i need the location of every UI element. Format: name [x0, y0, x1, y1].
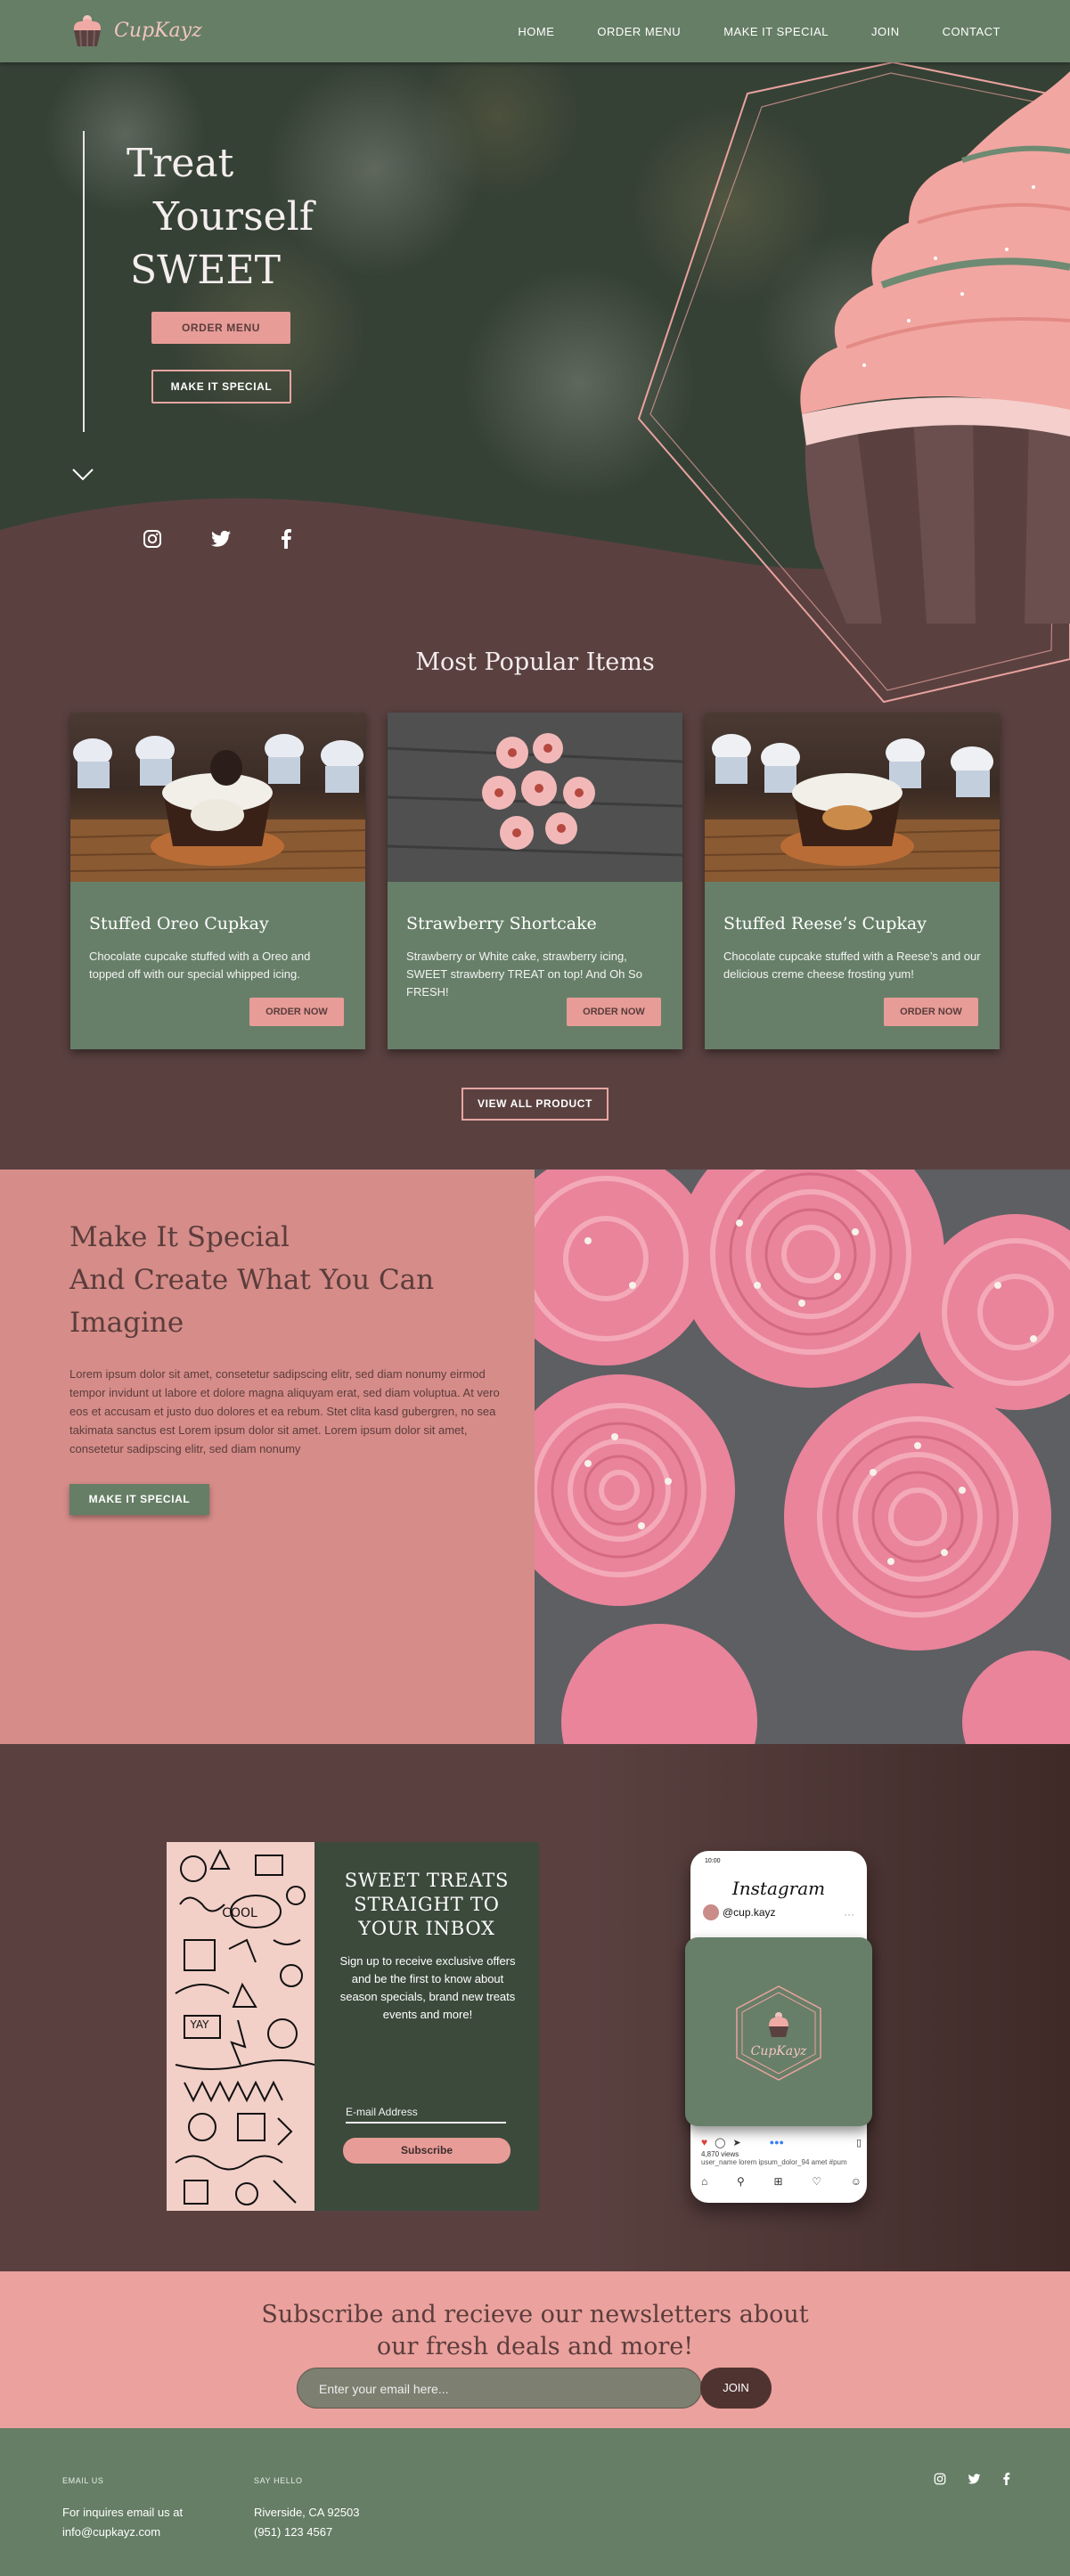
product-description: Strawberry or White cake, strawberry ici… [406, 950, 642, 999]
order-menu-button[interactable]: ORDER MENU [151, 312, 290, 344]
cupcake-logo-icon [73, 15, 102, 47]
twitter-icon[interactable] [968, 2473, 981, 2485]
nav-join[interactable]: JOIN [871, 25, 900, 38]
home-icon[interactable]: ⌂ [701, 2175, 707, 2188]
subscribe-title-line: Subscribe and recieve our newsletters ab… [261, 2301, 809, 2328]
subscribe-title: Subscribe and recieve our newsletters ab… [0, 2299, 1070, 2363]
pink-cupcakes-image [535, 1170, 1070, 1744]
twitter-icon[interactable] [210, 529, 232, 549]
bookmark-icon[interactable]: ▯ [856, 2137, 862, 2148]
subscribe-button[interactable]: Subscribe [343, 2138, 510, 2164]
product-description: Chocolate cupcake stuffed with a Oreo an… [89, 950, 311, 981]
email-link[interactable]: info@cupkayz.com [62, 2523, 183, 2542]
product-card: Stuffed Oreo Cupkay Chocolate cupcake st… [70, 713, 365, 1049]
product-title: Stuffed Reese’s Cupkay [723, 914, 927, 933]
product-card: Strawberry Shortcake Strawberry or White… [388, 713, 682, 1049]
activity-icon[interactable]: ♡ [812, 2175, 821, 2188]
email-address-field[interactable]: E-mail Address [346, 2106, 506, 2124]
nav-home[interactable]: HOME [518, 25, 554, 38]
nav-make-it-special[interactable]: MAKE IT SPECIAL [723, 25, 829, 38]
doodle-pattern-panel: COOL YAY [167, 1842, 314, 2211]
special-title-line: Make It Special [69, 1221, 290, 1253]
logo[interactable]: CupKayz [69, 11, 202, 50]
search-icon[interactable]: ⚲ [737, 2175, 745, 2188]
facebook-icon[interactable] [280, 529, 292, 549]
footer-social-links [934, 2473, 1010, 2485]
doodle-word-yay: YAY [189, 2018, 209, 2031]
doodle-word-cool: COOL [222, 1906, 257, 1920]
post-logo-text: CupKayz [751, 2044, 807, 2058]
newsletter-body: Sign up to receive exclusive offers and … [339, 1954, 516, 2021]
order-now-button[interactable]: ORDER NOW [249, 998, 344, 1026]
say-hello-text: Riverside, CA 92503 (951) 123 4567 [254, 2503, 360, 2542]
logo-text: CupKayz [114, 19, 202, 42]
say-hello-label: SAY HELLO [254, 2476, 303, 2485]
instagram-icon[interactable] [934, 2473, 946, 2485]
avatar [703, 1904, 719, 1920]
newsletter-heading-line: SWEET TREATS [344, 1870, 510, 1891]
add-post-icon[interactable]: ⊞ [773, 2175, 782, 2188]
email-us-line: For inquires email us at [62, 2506, 184, 2519]
phone-time: 10:00 [705, 1858, 721, 1864]
email-us-label: EMAIL US [62, 2476, 104, 2485]
view-all-products-button[interactable]: VIEW ALL PRODUCT [461, 1088, 609, 1121]
instagram-username: @cup.kayz [723, 1906, 776, 1919]
profile-icon[interactable]: ☺ [851, 2175, 862, 2188]
subscribe-title-line: our fresh deals and more! [376, 2333, 694, 2360]
view-count: 4,870 views [701, 2150, 739, 2158]
post-caption: user_name lorem ipsum_dolor_94 amet #pum [701, 2158, 847, 2166]
facebook-icon[interactable] [1002, 2473, 1010, 2485]
product-title: Stuffed Oreo Cupkay [89, 914, 269, 933]
chevron-down-icon[interactable] [71, 468, 94, 482]
special-title-line: Imagine [69, 1307, 184, 1339]
hero-divider-line [83, 131, 85, 432]
instagram-post-footer: ♥ ◯ ➤ ●●● ▯ 4,870 views user_name lorem … [701, 2136, 862, 2188]
hero-title: Treat Yourself SWEET [127, 137, 314, 298]
make-it-special-button[interactable]: MAKE IT SPECIAL [151, 370, 291, 404]
special-title: Make It Special And Create What You Can … [69, 1216, 470, 1344]
newsletter-heading-line: STRAIGHT TO [354, 1894, 500, 1915]
instagram-icon[interactable] [143, 529, 162, 549]
instagram-title: Instagram [731, 1878, 826, 1899]
hero-title-line: Treat [127, 141, 234, 186]
email-subscribe-input[interactable]: Enter your email here... [297, 2368, 702, 2409]
product-card: Stuffed Reese’s Cupkay Chocolate cupcake… [705, 713, 1000, 1049]
comment-icon[interactable]: ◯ [715, 2137, 725, 2148]
phone-number[interactable]: (951) 123 4567 [254, 2523, 360, 2542]
top-navbar: CupKayz HOME ORDER MENU MAKE IT SPECIAL … [0, 0, 1070, 62]
newsletter-heading: SWEET TREATS STRAIGHT TO YOUR INBOX [314, 1869, 539, 1941]
newsletter-heading-line: YOUR INBOX [358, 1918, 495, 1939]
hero-title-line: SWEET [130, 248, 281, 293]
product-image [388, 713, 682, 882]
join-button[interactable]: JOIN [700, 2368, 772, 2409]
address-line: Riverside, CA 92503 [254, 2506, 360, 2519]
footer [0, 2428, 1070, 2576]
hero-cupcake-illustration [637, 61, 1070, 704]
make-it-special-cta[interactable]: MAKE IT SPECIAL [69, 1484, 209, 1515]
email-us-text: For inquires email us at info@cupkayz.co… [62, 2503, 183, 2542]
order-now-button[interactable]: ORDER NOW [567, 998, 661, 1026]
hero-title-line: Yourself [153, 194, 314, 240]
product-title: Strawberry Shortcake [406, 914, 597, 933]
hero-social-links [143, 529, 292, 549]
instagram-post: CupKayz [685, 1937, 872, 2126]
special-text: Lorem ipsum dolor sit amet, consetetur s… [69, 1367, 500, 1455]
product-image [70, 713, 365, 882]
nav-contact[interactable]: CONTACT [943, 25, 1001, 38]
more-icon[interactable]: ··· [844, 1908, 854, 1920]
share-icon[interactable]: ➤ [732, 2137, 740, 2148]
email-placeholder: Enter your email here... [319, 2382, 449, 2396]
product-image [705, 713, 1000, 882]
product-description: Chocolate cupcake stuffed with a Reese’s… [723, 950, 981, 981]
heart-icon[interactable]: ♥ [701, 2136, 707, 2148]
carousel-dots: ●●● [769, 2138, 784, 2147]
special-title-line: And Create What You Can [69, 1264, 435, 1296]
order-now-button[interactable]: ORDER NOW [884, 998, 978, 1026]
nav-order-menu[interactable]: ORDER MENU [597, 25, 681, 38]
newsletter-signup-card: SWEET TREATS STRAIGHT TO YOUR INBOX Sign… [314, 1842, 539, 2211]
